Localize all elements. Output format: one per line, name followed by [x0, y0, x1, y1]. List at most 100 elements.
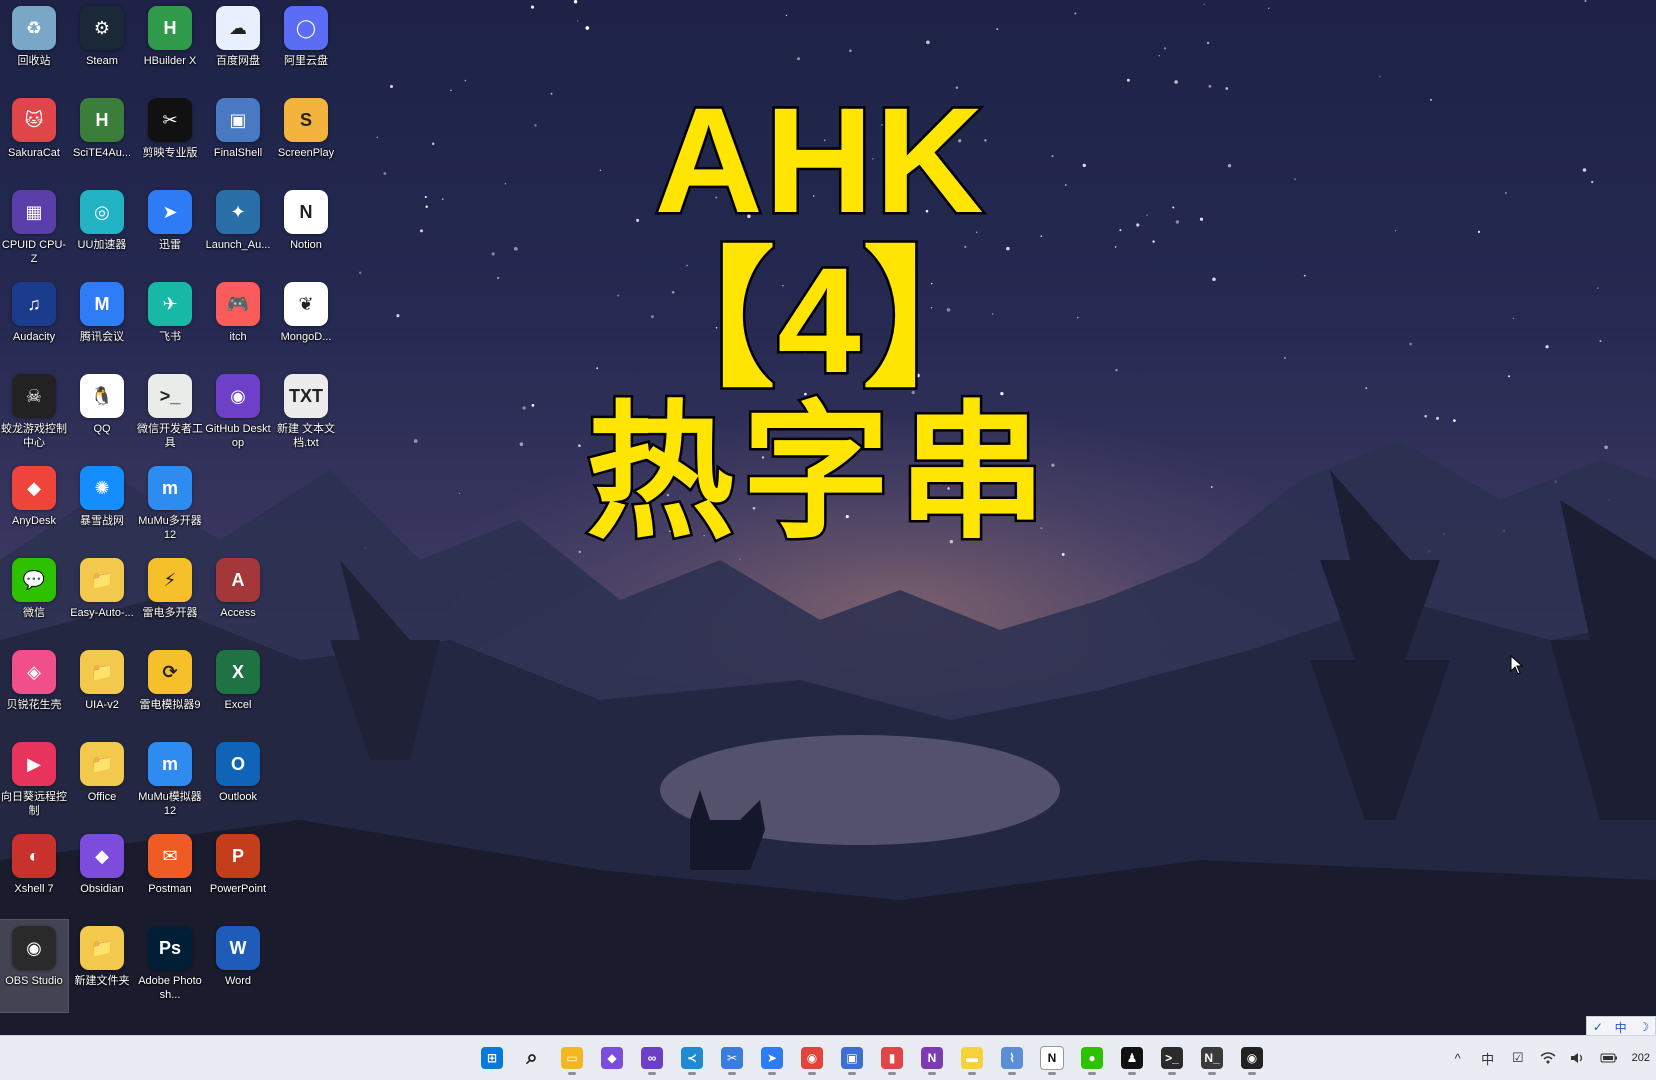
- star: [1424, 414, 1427, 418]
- taskbar-windows-start-button[interactable]: ⊞: [474, 1040, 510, 1076]
- desktop-icon[interactable]: ⟳ 雷电模拟器9: [136, 644, 204, 736]
- folder-icon: 📁: [80, 650, 124, 694]
- desktop-icon-label: UU加速器: [77, 239, 127, 251]
- desktop-icon[interactable]: ▶ 向日葵远程控制: [0, 736, 68, 828]
- taskbar-terminal-button[interactable]: >_: [1154, 1040, 1190, 1076]
- desktop-icon[interactable]: ◆ Obsidian: [68, 828, 136, 920]
- desktop-icon-label: Easy-Auto-...: [70, 607, 134, 619]
- taskbar-qq-button[interactable]: ♟: [1114, 1040, 1150, 1076]
- desktop-icon[interactable]: ❦ MongoD...: [272, 276, 340, 368]
- desktop-icon[interactable]: W Word: [204, 920, 272, 1012]
- desktop-icon[interactable]: S ScreenPlay: [272, 92, 340, 184]
- desktop-icon[interactable]: A Access: [204, 552, 272, 644]
- desktop-icon[interactable]: ◉ OBS Studio: [0, 919, 69, 1013]
- desktop-icon[interactable]: >_ 微信开发者工具: [136, 368, 204, 460]
- obsidian-icon: ◆: [80, 834, 124, 878]
- desktop-icon[interactable]: 📁 新建文件夹: [68, 920, 136, 1012]
- desktop-icon[interactable]: ♫ Audacity: [0, 276, 68, 368]
- taskbar-performance-monitor-button[interactable]: ⌇: [994, 1040, 1030, 1076]
- desktop-icon[interactable]: ➤ 迅雷: [136, 184, 204, 276]
- taskbar-notion-button[interactable]: N: [1034, 1040, 1070, 1076]
- empty-grid-cell: [272, 460, 340, 552]
- taskbar-thunder-button[interactable]: ➤: [754, 1040, 790, 1076]
- taskbar-onenote-button[interactable]: N: [914, 1040, 950, 1076]
- running-indicator: [728, 1072, 736, 1075]
- desktop-icon[interactable]: ☠ 蛟龙游戏控制中心: [0, 368, 68, 460]
- taskbar-remote-desktop-button[interactable]: ▣: [834, 1040, 870, 1076]
- taskbar-obs-button[interactable]: ◉: [1234, 1040, 1270, 1076]
- desktop-icon[interactable]: ☁ 百度网盘: [204, 0, 272, 92]
- taskbar-file-explorer-button[interactable]: ▭: [554, 1040, 590, 1076]
- desktop-icon-label: 微信: [23, 607, 45, 619]
- tray-check-icon[interactable]: ☑: [1510, 1050, 1526, 1066]
- desktop-icon[interactable]: ◈ 贝锐花生壳: [0, 644, 68, 736]
- desktop-icon[interactable]: 📁 Office: [68, 736, 136, 828]
- star: [1477, 230, 1481, 233]
- empty-grid-cell: [272, 736, 340, 828]
- desktop-icon[interactable]: TXT 新建 文本文档.txt: [272, 368, 340, 460]
- desktop-icon[interactable]: ✈ 飞书: [136, 276, 204, 368]
- desktop-icon[interactable]: m MuMu多开器12: [136, 460, 204, 552]
- desktop-icon[interactable]: ◎ UU加速器: [68, 184, 136, 276]
- battery-icon[interactable]: [1600, 1052, 1618, 1064]
- desktop-icon[interactable]: M 腾讯会议: [68, 276, 136, 368]
- ime-mode-indicator[interactable]: 中: [1615, 1019, 1627, 1036]
- star: [1212, 277, 1216, 282]
- visual-studio-icon: ∞: [641, 1047, 663, 1069]
- desktop-icon[interactable]: ⚙ Steam: [68, 0, 136, 92]
- taskbar-snipping-tool-button[interactable]: ✂: [714, 1040, 750, 1076]
- taskbar-obsidian-button[interactable]: ◆: [594, 1040, 630, 1076]
- desktop-icon[interactable]: ⚡ 雷电多开器: [136, 552, 204, 644]
- desktop-icon-label: Outlook: [219, 791, 257, 803]
- desktop-icon[interactable]: ✉ Postman: [136, 828, 204, 920]
- desktop-icon[interactable]: 🐧 QQ: [68, 368, 136, 460]
- taskbar-wechat-button[interactable]: ●: [1074, 1040, 1110, 1076]
- volume-icon[interactable]: [1570, 1052, 1586, 1064]
- desktop-icon[interactable]: O Outlook: [204, 736, 272, 828]
- desktop-icon[interactable]: ▦ CPUID CPU-Z: [0, 184, 68, 276]
- desktop-icon[interactable]: ◆ AnyDesk: [0, 460, 68, 552]
- desktop-icon-label: MongoD...: [280, 331, 332, 343]
- desktop-icon[interactable]: m MuMu模拟器12: [136, 736, 204, 828]
- desktop-icon[interactable]: ✺ 暴雪战网: [68, 460, 136, 552]
- desktop-icon[interactable]: 💬 微信: [0, 552, 68, 644]
- taskbar-sticky-notes-button[interactable]: ▬: [954, 1040, 990, 1076]
- desktop-icon[interactable]: 📁 Easy-Auto-...: [68, 552, 136, 644]
- desktop-icon[interactable]: ♻ 回收站: [0, 0, 68, 92]
- desktop-icon[interactable]: N Notion: [272, 184, 340, 276]
- wifi-icon[interactable]: [1540, 1052, 1556, 1064]
- desktop-icon[interactable]: 🐱 SakuraCat: [0, 92, 68, 184]
- clock[interactable]: 202: [1632, 1052, 1650, 1064]
- desktop-icon[interactable]: ◯ 阿里云盘: [272, 0, 340, 92]
- taskbar-visual-studio-button[interactable]: ∞: [634, 1040, 670, 1076]
- desktop-icon-label: 腾讯会议: [80, 331, 124, 343]
- desktop-icon[interactable]: ✦ Launch_Au...: [204, 184, 272, 276]
- desktop-icon[interactable]: Ps Adobe Photosh...: [136, 920, 204, 1012]
- ime-indicator[interactable]: 中: [1480, 1049, 1496, 1068]
- desktop-icon[interactable]: X Excel: [204, 644, 272, 736]
- desktop-icon[interactable]: 🎮 itch: [204, 276, 272, 368]
- desktop-icon[interactable]: 📁 UIA-v2: [68, 644, 136, 736]
- desktop-icon[interactable]: ✂ 剪映专业版: [136, 92, 204, 184]
- taskbar-notion-terminal-button[interactable]: N_: [1194, 1040, 1230, 1076]
- desktop-icon[interactable]: H SciTE4Au...: [68, 92, 136, 184]
- desktop-icon[interactable]: H HBuilder X: [136, 0, 204, 92]
- remote-desktop-icon: ▣: [841, 1047, 863, 1069]
- tray-overflow-chevron-icon[interactable]: ^: [1450, 1051, 1466, 1066]
- running-indicator: [568, 1072, 576, 1075]
- powerpoint-icon: P: [216, 834, 260, 878]
- desktop-icon[interactable]: P PowerPoint: [204, 828, 272, 920]
- ime-check-icon[interactable]: ✓: [1593, 1020, 1603, 1034]
- taskbar-chrome-button[interactable]: ◉: [794, 1040, 830, 1076]
- star: [441, 198, 444, 201]
- desktop-icon[interactable]: ◐ Xshell 7: [0, 828, 68, 920]
- desktop-icon[interactable]: ◉ GitHub Desktop: [204, 368, 272, 460]
- taskbar-vscode-button[interactable]: ≺: [674, 1040, 710, 1076]
- desktop-icon[interactable]: ▣ FinalShell: [204, 92, 272, 184]
- ime-moon-icon[interactable]: ☽: [1638, 1020, 1649, 1034]
- taskbar-sakuracat-button[interactable]: ▮: [874, 1040, 910, 1076]
- running-indicator: [1168, 1072, 1176, 1075]
- taskbar-search-button[interactable]: ⌕: [514, 1040, 550, 1076]
- desktop-icon-label: SakuraCat: [8, 147, 60, 159]
- star: [1172, 206, 1175, 209]
